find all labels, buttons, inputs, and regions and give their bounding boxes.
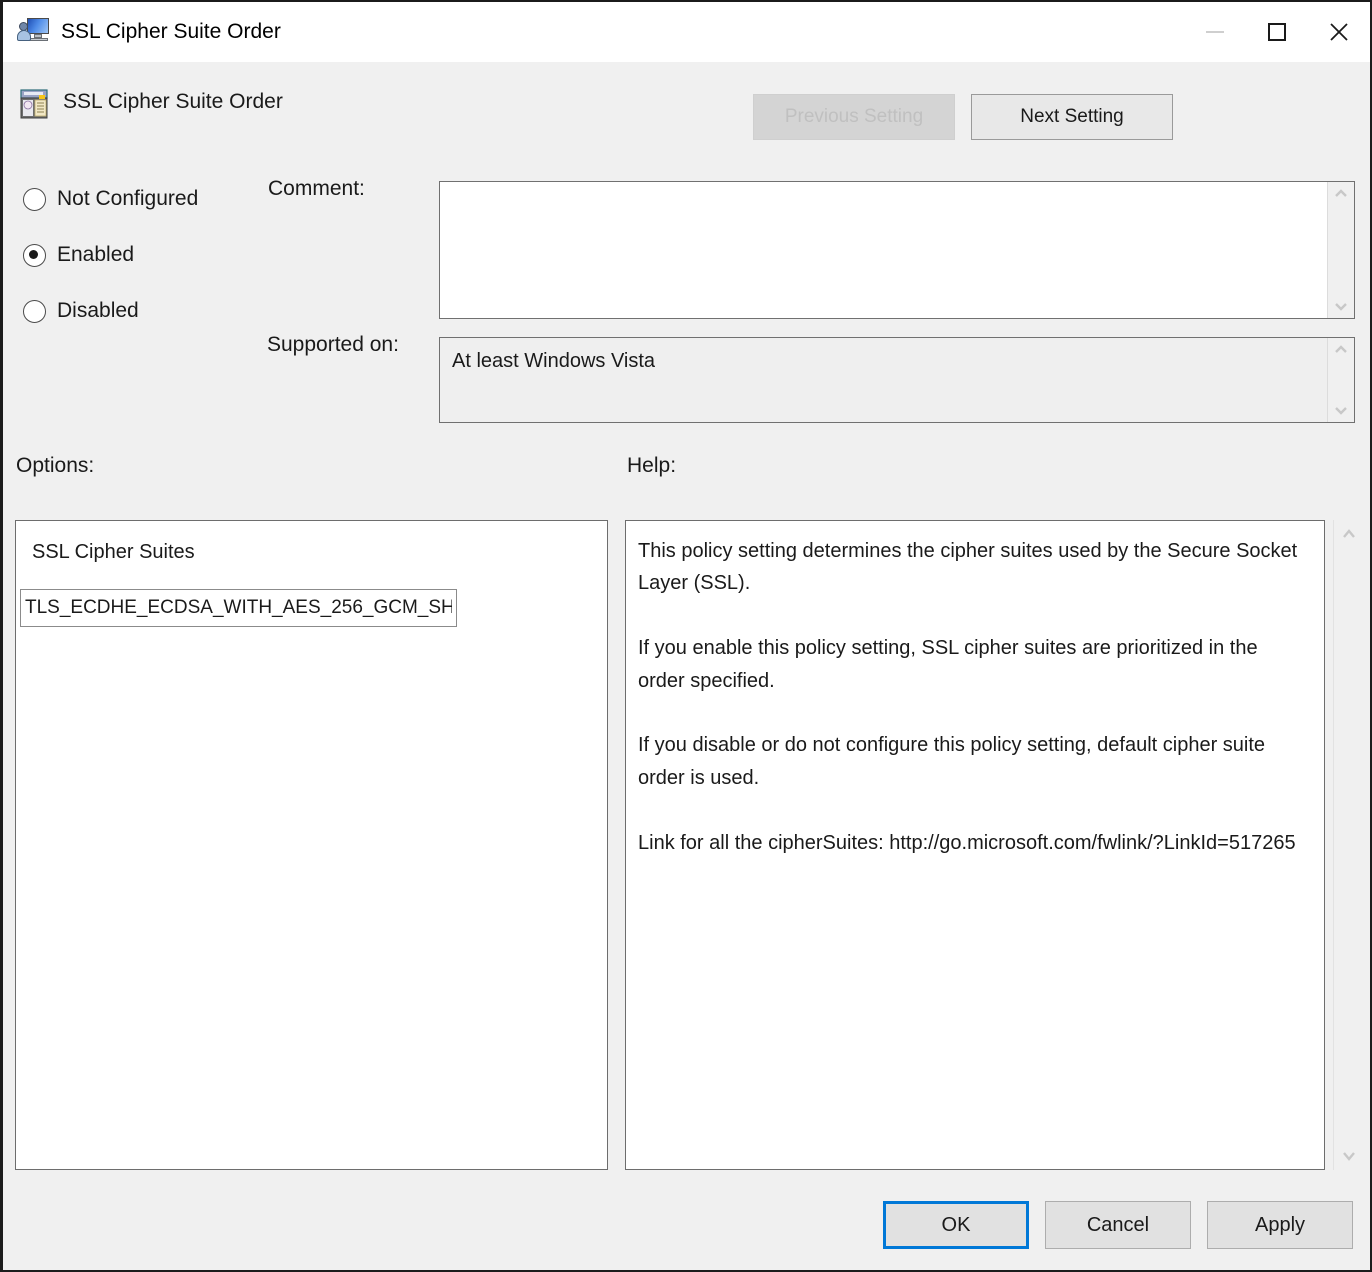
radio-not-configured-label: Not Configured <box>57 187 198 211</box>
comment-label: Comment: <box>268 177 365 201</box>
supported-on-label: Supported on: <box>267 333 399 357</box>
policy-name: SSL Cipher Suite Order <box>63 90 283 114</box>
chevron-down-icon <box>1333 302 1349 312</box>
supported-on-value: At least Windows Vista <box>440 338 1327 422</box>
radio-disabled-indicator[interactable] <box>23 300 46 323</box>
ok-button[interactable]: OK <box>883 1201 1029 1249</box>
chevron-up-icon <box>1333 188 1349 198</box>
chevron-up-icon <box>1340 528 1358 539</box>
radio-not-configured[interactable]: Not Configured <box>23 185 198 213</box>
ssl-cipher-suites-input[interactable] <box>20 589 457 627</box>
help-section-label: Help: <box>627 454 676 478</box>
close-icon[interactable] <box>1308 2 1370 62</box>
window-controls <box>1184 2 1370 62</box>
maximize-icon[interactable] <box>1246 2 1308 62</box>
radio-enabled[interactable]: Enabled <box>23 241 134 269</box>
policy-setting-icon <box>19 89 49 119</box>
radio-disabled[interactable]: Disabled <box>23 297 139 325</box>
monitor-user-icon <box>17 17 51 47</box>
policy-header: SSL Cipher Suite Order Previous Setting … <box>3 62 1370 162</box>
comment-textarea[interactable] <box>439 181 1355 319</box>
help-text: This policy setting determines the ciphe… <box>626 521 1324 859</box>
comment-scrollbar[interactable] <box>1327 182 1354 318</box>
radio-enabled-indicator[interactable] <box>23 244 46 267</box>
chevron-down-icon <box>1340 1151 1358 1162</box>
options-panel: SSL Cipher Suites <box>15 520 608 1170</box>
next-setting-button[interactable]: Next Setting <box>971 94 1173 140</box>
previous-setting-button[interactable]: Previous Setting <box>753 94 955 140</box>
radio-disabled-label: Disabled <box>57 299 139 323</box>
title-bar: SSL Cipher Suite Order <box>3 2 1370 62</box>
apply-button[interactable]: Apply <box>1207 1201 1353 1249</box>
radio-enabled-label: Enabled <box>57 243 134 267</box>
supported-on-scrollbar[interactable] <box>1327 338 1354 422</box>
chevron-up-icon <box>1333 344 1349 354</box>
help-scrollbar[interactable] <box>1333 520 1363 1170</box>
options-section-label: Options: <box>16 454 94 478</box>
radio-not-configured-indicator[interactable] <box>23 188 46 211</box>
help-panel: This policy setting determines the ciphe… <box>625 520 1325 1170</box>
chevron-down-icon <box>1333 406 1349 416</box>
supported-on-textbox: At least Windows Vista <box>439 337 1355 423</box>
minimize-icon[interactable] <box>1184 2 1246 62</box>
ssl-cipher-suites-label: SSL Cipher Suites <box>32 541 195 564</box>
cancel-button[interactable]: Cancel <box>1045 1201 1191 1249</box>
window-title: SSL Cipher Suite Order <box>61 20 281 44</box>
ssl-cipher-suite-order-dialog: SSL Cipher Suite Order <box>0 0 1372 1272</box>
comment-value[interactable] <box>440 182 1327 318</box>
